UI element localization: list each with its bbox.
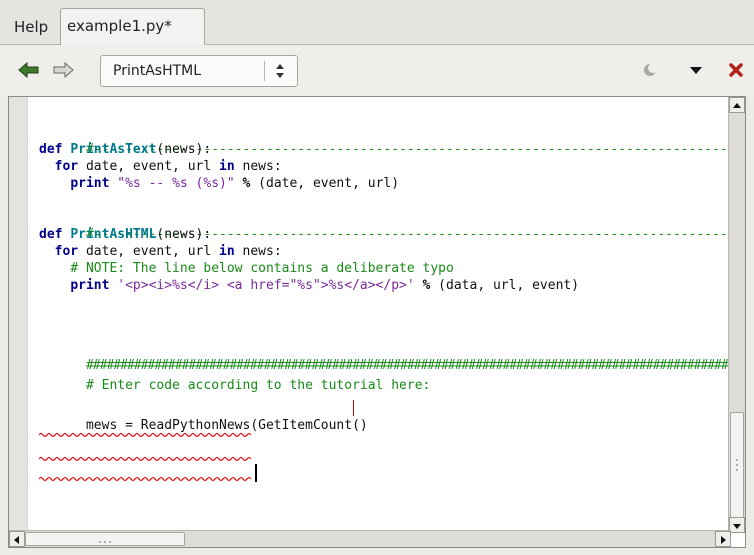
editor-toolbar: PrintAsHTML [0,45,754,95]
combo-separator [264,61,265,81]
code-editor[interactable]: #---------------------------------------… [8,96,746,548]
forward-arrow-icon[interactable] [50,57,76,83]
code-line: #---------------------------------------… [39,124,739,157]
scroll-left-button[interactable] [9,531,25,547]
function-name: PrintAsHTML [70,227,157,242]
code-comment: # Enter code according to the tutorial h… [85,378,431,393]
code-text: date, event, url [78,244,220,259]
code-line: for date, event, url in news: [39,158,282,175]
error-squiggle [39,456,252,462]
error-marker [353,400,354,416]
vertical-scrollbar[interactable] [728,97,745,533]
dropdown-arrow-icon[interactable] [686,59,706,81]
code-line: # Enter code according to the tutorial h… [39,360,430,393]
code-text: (date, event, url) [250,176,400,191]
code-text: (news): [156,142,212,157]
scroll-down-button[interactable] [729,517,745,533]
keyword-in: in [219,244,235,259]
code-line: #---------------------------------------… [39,209,739,242]
keyword-for: for [54,244,79,259]
code-line: def PrintAsText(news): [39,141,211,158]
code-line: # NOTE: The line below contains a delibe… [39,260,454,277]
string-literal: '<p><i>%s</i> <a href="%s">%s</a></p>' [117,278,415,293]
code-text: news: [234,244,282,259]
error-squiggle [39,432,252,438]
code-line: print '<p><i>%s</i> <a href="%s">%s</a><… [39,277,579,294]
horizontal-scroll-thumb[interactable] [25,532,185,546]
function-selector-combo[interactable]: PrintAsHTML [100,55,298,87]
scroll-up-button[interactable] [729,97,745,113]
keyword-def: def [39,142,63,157]
keyword-for: for [54,159,79,174]
error-squiggle [39,476,252,482]
code-line: mews = ReadPythonNews(GetItemCount() [39,400,368,433]
code-line: def PrintAsHTML(news): [39,226,211,243]
tab-help[interactable]: Help [8,12,54,44]
tab-example1-py[interactable]: example1.py* [60,8,205,45]
keyword-def: def [39,227,63,242]
code-line: for date, event, url in news: [39,243,282,260]
back-arrow-icon[interactable] [16,57,42,83]
text-cursor [255,464,257,482]
code-text: (news): [156,227,212,242]
function-name: PrintAsText [70,142,157,157]
vertical-scroll-thumb[interactable] [730,412,744,520]
code-line: ########################################… [39,340,739,373]
keyword-print: print [70,176,110,191]
code-text: date, event, url [78,159,220,174]
code-comment: # NOTE: The line below contains a delibe… [70,261,454,276]
tab-bar: Help example1.py* [0,0,754,45]
code-line: print "%s -- %s (%s)" % (date, event, ur… [39,175,399,192]
code-text: news: [234,159,282,174]
updown-arrows-icon [272,60,288,82]
code-area[interactable]: #---------------------------------------… [39,115,739,525]
code-text: mews = ReadPythonNews(GetItemCount() [85,418,368,433]
string-literal: "%s -- %s (%s)" [117,176,235,191]
editor-gutter [9,97,28,533]
scroll-right-button[interactable] [715,531,731,547]
code-text: (data, url, event) [430,278,580,293]
keyword-in: in [219,159,235,174]
moon-icon[interactable] [640,59,660,81]
keyword-print: print [70,278,110,293]
function-selector-value: PrintAsHTML [113,63,202,79]
close-x-icon[interactable] [726,59,746,81]
horizontal-scrollbar[interactable] [9,530,731,547]
